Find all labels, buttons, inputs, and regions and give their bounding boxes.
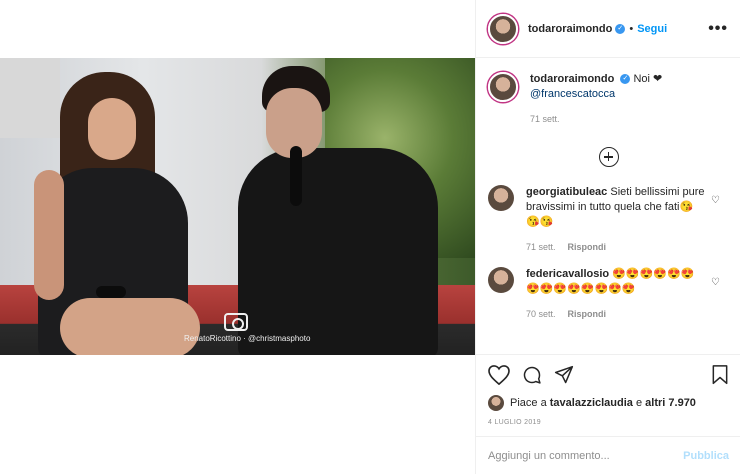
comment-avatar[interactable] [488,185,514,211]
comment-body: georgiatibuleac Sieti bellissimi pure br… [526,185,706,255]
likes-summary: Piace a tavalazziclaudia e altri 7.970 [488,395,729,411]
liker-username[interactable]: tavalazziclaudia [550,397,633,409]
reply-button[interactable]: Rispondi [568,242,607,252]
bookmark-icon[interactable] [711,365,729,385]
comment-username[interactable]: federicavallosio [526,268,609,280]
header-separator: • [629,22,634,35]
photo-watermark-text: RenatoRicottino · @christmasphoto [184,334,311,343]
reply-button[interactable]: Rispondi [568,309,607,319]
comment-body: federicavallosio 😍😍😍😍😍😍😍😍😍😍😍😍😍😍 70 sett.… [526,267,706,322]
author-avatar[interactable] [488,13,518,44]
comment-time[interactable]: 71 sett. [526,242,556,252]
caption-meta: 71 sett. [530,112,710,127]
photo-microphone [96,286,126,298]
likes-others[interactable]: altri 7.970 [645,397,696,409]
comment-like-heart-icon[interactable]: ♡ [711,277,721,288]
comment-like-heart-icon[interactable]: ♡ [711,195,721,206]
comment-time[interactable]: 70 sett. [526,309,556,319]
author-username[interactable]: todaroraimondo [528,23,612,35]
photo-watermark: RenatoRicottino · @christmasphoto [184,313,310,343]
follow-button[interactable]: Segui [637,23,667,35]
likes-conj: e [635,397,643,409]
add-comment-bar: Pubblica [476,436,740,474]
photo-person-woman-legs [60,298,200,355]
camera-icon [224,313,248,331]
caption-avatar[interactable] [488,72,518,102]
caption-time[interactable]: 71 sett. [530,114,560,124]
post-actions: Piace a tavalazziclaudia e altri 7.970 4… [476,354,740,444]
verified-badge-icon: ✓ [615,23,626,34]
liker-avatar[interactable] [488,395,504,411]
likes-prefix: Piace a [510,397,547,409]
photo-background [0,58,60,138]
caption-body: todaroraimondo ✓ Noi ❤ @francescatocca 7… [530,72,710,127]
plus-circle-icon[interactable] [598,147,619,167]
photo-person-woman-arm [34,170,64,300]
post-media-area: RenatoRicottino · @christmasphoto [0,0,475,474]
comment-item: georgiatibuleac Sieti bellissimi pure br… [488,185,729,255]
share-icon[interactable] [554,365,574,385]
photo-person-woman-face [88,98,136,160]
action-icons [488,363,729,387]
post-header: todaroraimondo ✓ • Segui ••• [476,0,740,58]
comment-item: federicavallosio 😍😍😍😍😍😍😍😍😍😍😍😍😍😍 70 sett.… [488,267,729,322]
more-options-icon[interactable]: ••• [708,20,728,38]
caption-text: Noi ❤ [633,73,663,85]
comment-meta: 70 sett. Rispondi [526,307,706,322]
comment-username[interactable]: georgiatibuleac [526,186,607,198]
caption: todaroraimondo ✓ Noi ❤ @francescatocca 7… [488,72,729,127]
caption-mention[interactable]: @francescatocca [530,87,710,102]
comments-list[interactable]: todaroraimondo ✓ Noi ❤ @francescatocca 7… [476,58,740,354]
comment-icon[interactable] [522,365,542,385]
heart-icon[interactable] [488,365,510,385]
publish-button[interactable]: Pubblica [683,450,729,462]
verified-badge-icon: ✓ [620,74,631,85]
comment-avatar[interactable] [488,267,514,293]
post-photo[interactable]: RenatoRicottino · @christmasphoto [0,58,475,355]
photo-microphone [290,146,302,206]
comment-input[interactable] [488,449,684,462]
caption-username[interactable]: todaroraimondo [530,73,614,85]
comment-meta: 71 sett. Rispondi [526,240,706,255]
post-date[interactable]: 4 LUGLIO 2019 [488,419,729,426]
post-sidebar: todaroraimondo ✓ • Segui ••• todaroraimo… [475,0,740,474]
